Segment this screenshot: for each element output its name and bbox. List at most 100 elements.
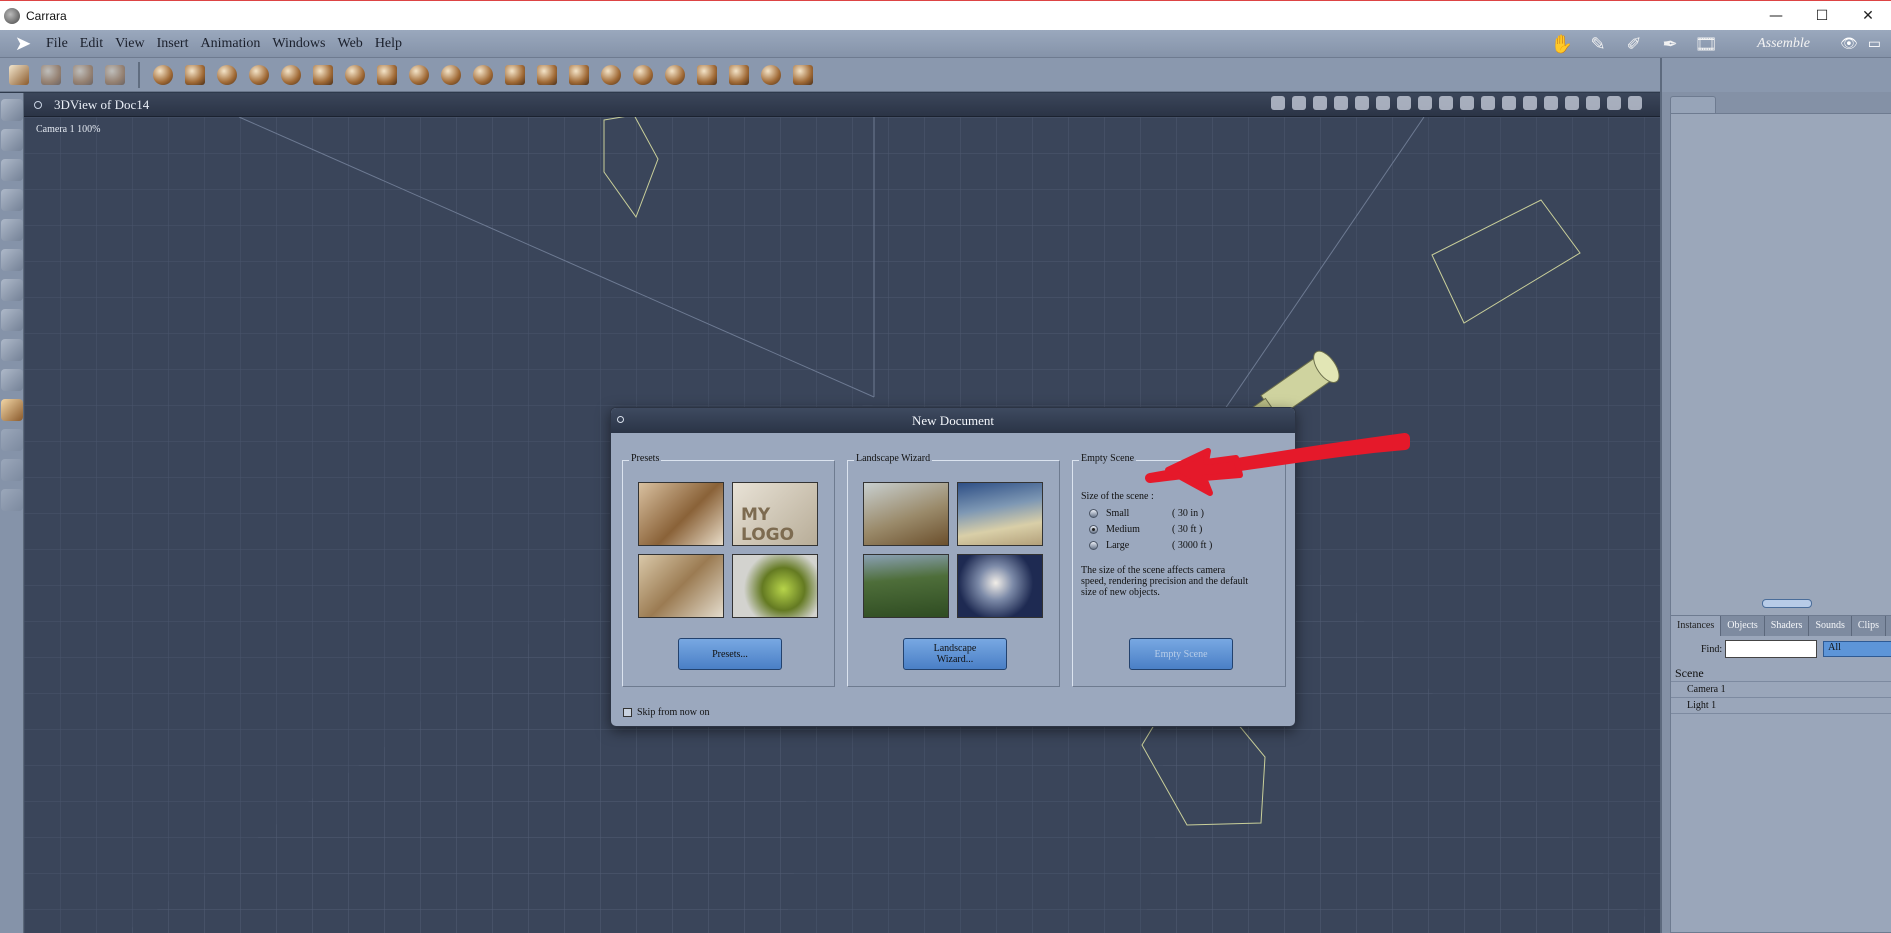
tab-clips[interactable]: Clips bbox=[1852, 616, 1887, 636]
skip-checkbox[interactable] bbox=[623, 708, 632, 717]
wireframe-cube-icon[interactable] bbox=[1565, 96, 1579, 110]
camera-dolly-icon[interactable] bbox=[1, 279, 23, 301]
storyboard-room-icon[interactable]: ✐ bbox=[1619, 32, 1649, 56]
ocean-icon[interactable] bbox=[534, 62, 560, 88]
scene-item-light[interactable]: Light 1 bbox=[1671, 698, 1891, 714]
menu-animation[interactable]: Animation bbox=[201, 36, 261, 52]
eye-icon[interactable]: 👁 bbox=[1840, 36, 1858, 53]
pencil-tool-icon[interactable] bbox=[1, 219, 23, 241]
texture-room-icon[interactable]: ✒ bbox=[1655, 32, 1685, 56]
render-room-icon[interactable]: 🎞 bbox=[1691, 32, 1721, 56]
plant-icon[interactable] bbox=[342, 62, 368, 88]
layout-three-icon[interactable] bbox=[1397, 96, 1411, 110]
particles-icon[interactable] bbox=[502, 62, 528, 88]
bounding-box-icon[interactable] bbox=[1544, 96, 1558, 110]
menu-view[interactable]: View bbox=[115, 36, 144, 52]
size-option-small[interactable]: Small ( 30 in ) bbox=[1089, 508, 1204, 519]
sphere-shaded-icon[interactable] bbox=[1607, 96, 1621, 110]
menu-insert[interactable]: Insert bbox=[157, 36, 189, 52]
tab-instances[interactable]: Instances bbox=[1671, 616, 1722, 636]
hand-pan-icon[interactable] bbox=[1, 459, 23, 481]
scale-tool-icon[interactable] bbox=[1, 159, 23, 181]
paint-tool-icon[interactable] bbox=[102, 62, 128, 88]
sphere-primitive-icon[interactable] bbox=[150, 62, 176, 88]
empty-scene-button[interactable]: Empty Scene bbox=[1129, 638, 1233, 670]
panel-toggle-icon[interactable]: ▭ bbox=[1868, 36, 1881, 53]
camera-pin-icon[interactable] bbox=[1292, 96, 1306, 110]
camera-zoom-icon[interactable] bbox=[1, 369, 23, 391]
shaded-cube-icon[interactable] bbox=[1586, 96, 1600, 110]
size-option-large[interactable]: Large ( 3000 ft ) bbox=[1089, 540, 1212, 551]
bone-icon[interactable] bbox=[790, 62, 816, 88]
camera-select-icon[interactable] bbox=[1271, 96, 1285, 110]
light-icon[interactable] bbox=[662, 62, 688, 88]
spline-object-icon[interactable] bbox=[214, 62, 240, 88]
layout-grid-icon[interactable] bbox=[1439, 96, 1453, 110]
skeleton-icon[interactable] bbox=[694, 62, 720, 88]
vertex-object-icon[interactable] bbox=[182, 62, 208, 88]
arrow-up-icon[interactable] bbox=[1523, 96, 1537, 110]
selection-tool-icon[interactable] bbox=[6, 62, 32, 88]
shield-icon-1[interactable] bbox=[1460, 96, 1474, 110]
model-room-icon[interactable]: ✎ bbox=[1583, 32, 1613, 56]
house-icon[interactable] bbox=[566, 62, 592, 88]
tab-sounds[interactable]: Sounds bbox=[1809, 616, 1852, 636]
menu-windows[interactable]: Windows bbox=[272, 36, 325, 52]
terrain-icon[interactable] bbox=[374, 62, 400, 88]
shield-icon-2[interactable] bbox=[1481, 96, 1495, 110]
hand-icon[interactable] bbox=[630, 62, 656, 88]
tree-icon[interactable] bbox=[406, 62, 432, 88]
shield-icon-3[interactable] bbox=[1502, 96, 1516, 110]
skip-option[interactable]: Skip from now on bbox=[623, 707, 710, 718]
radio-large[interactable] bbox=[1089, 541, 1098, 550]
view-menu-dot-icon[interactable] bbox=[34, 100, 42, 109]
cloud-icon[interactable] bbox=[438, 62, 464, 88]
rotate-tool-icon[interactable] bbox=[1, 129, 23, 151]
landscape-thumbnail-snow[interactable] bbox=[957, 554, 1043, 618]
layout-two-icon[interactable] bbox=[1376, 96, 1390, 110]
layout-four-icon[interactable] bbox=[1418, 96, 1432, 110]
menu-web[interactable]: Web bbox=[338, 36, 363, 52]
presets-button[interactable]: Presets... bbox=[678, 638, 782, 670]
close-button[interactable]: ✕ bbox=[1845, 1, 1891, 31]
eyedropper-icon[interactable] bbox=[1, 429, 23, 451]
fire-icon[interactable] bbox=[470, 62, 496, 88]
group-icon[interactable] bbox=[726, 62, 752, 88]
layout-single-icon[interactable] bbox=[1355, 96, 1369, 110]
preset-thumbnail-logo[interactable] bbox=[638, 482, 724, 546]
landscape-thumbnail-canyon[interactable] bbox=[863, 482, 949, 546]
preset-thumbnail-mylogo[interactable]: MY LOGO bbox=[732, 482, 818, 546]
bowl-icon[interactable] bbox=[598, 62, 624, 88]
tab-shaders[interactable]: Shaders bbox=[1765, 616, 1810, 636]
object-box-icon[interactable] bbox=[1, 399, 23, 421]
bone-tool-icon[interactable] bbox=[70, 62, 96, 88]
move-tool-icon[interactable] bbox=[1, 99, 23, 121]
metaball-icon[interactable] bbox=[246, 62, 272, 88]
menu-help[interactable]: Help bbox=[375, 36, 402, 52]
radio-small[interactable] bbox=[1089, 509, 1098, 518]
maximize-button[interactable]: ☐ bbox=[1799, 1, 1845, 31]
grid-toggle-icon[interactable] bbox=[1334, 96, 1348, 110]
landscape-thumbnail-beach[interactable] bbox=[957, 482, 1043, 546]
assemble-room-icon[interactable]: ✋ bbox=[1547, 32, 1577, 56]
find-input[interactable] bbox=[1725, 640, 1818, 658]
radio-medium[interactable] bbox=[1089, 525, 1098, 534]
landscape-thumbnail-hills[interactable] bbox=[863, 554, 949, 618]
eraser-tool-icon[interactable] bbox=[1, 249, 23, 271]
scene-item-camera[interactable]: Camera 1 bbox=[1671, 682, 1891, 698]
sphere-textured-icon[interactable] bbox=[1628, 96, 1642, 110]
orbit-tool-icon[interactable] bbox=[1, 189, 23, 211]
dialog-menu-dot-icon[interactable] bbox=[617, 416, 624, 423]
tab-objects[interactable]: Objects bbox=[1721, 616, 1765, 636]
binoculars-icon[interactable] bbox=[1313, 96, 1327, 110]
panel-splitter[interactable] bbox=[1762, 599, 1812, 608]
menu-file[interactable]: File bbox=[46, 36, 68, 52]
minimize-button[interactable]: — bbox=[1753, 1, 1799, 31]
landscape-wizard-button[interactable]: Landscape Wizard... bbox=[903, 638, 1007, 670]
grab-tool-icon[interactable] bbox=[38, 62, 64, 88]
preset-thumbnail-glass[interactable] bbox=[732, 554, 818, 618]
camera-track-icon[interactable] bbox=[1, 309, 23, 331]
menu-edit[interactable]: Edit bbox=[80, 36, 103, 52]
size-option-medium[interactable]: Medium ( 30 ft ) bbox=[1089, 524, 1202, 535]
formula-object-icon[interactable] bbox=[278, 62, 304, 88]
